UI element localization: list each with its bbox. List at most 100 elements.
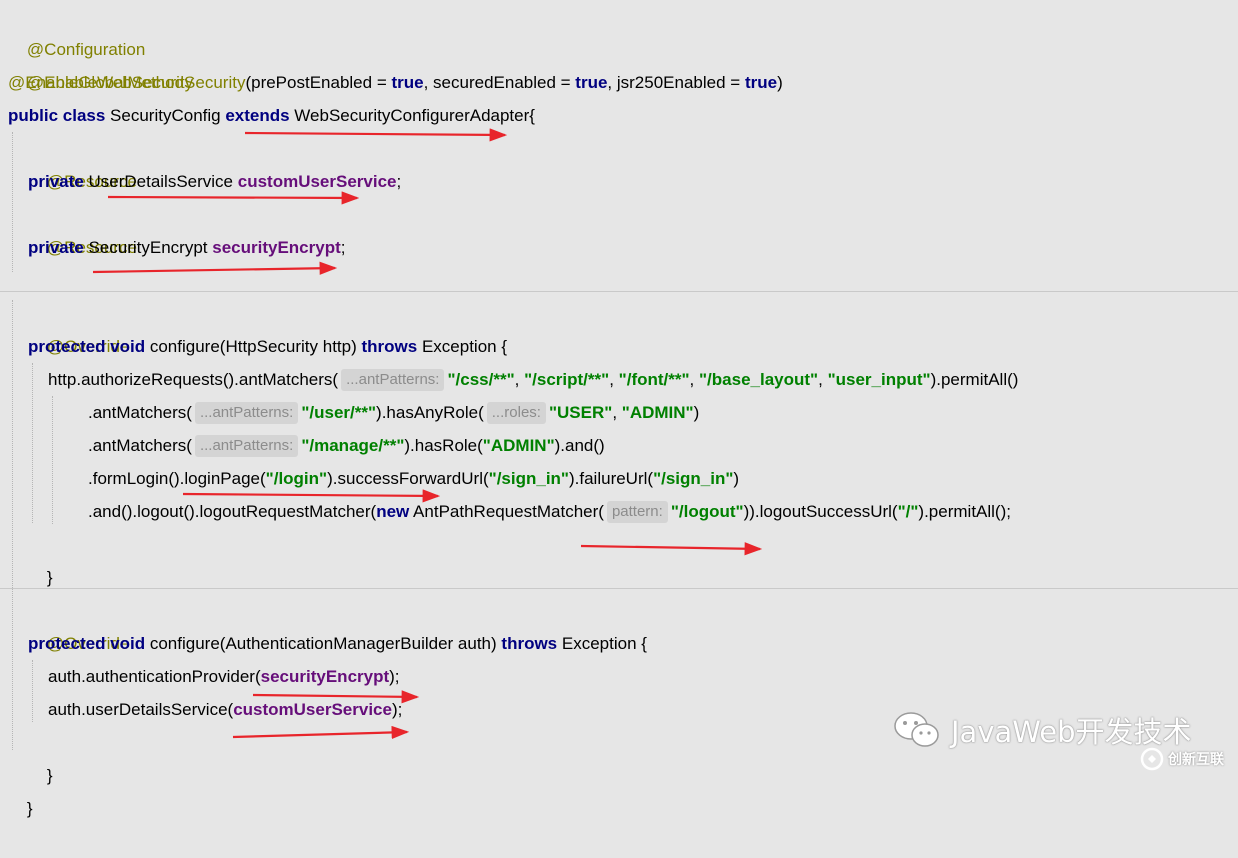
field-name: customUserService — [233, 700, 392, 719]
code-text: configure(AuthenticationManagerBuilder a… — [145, 634, 502, 653]
code-text: auth.userDetailsService( — [48, 700, 234, 719]
string-literal: "/login" — [265, 469, 328, 488]
code-text: , — [689, 370, 699, 389]
code-text: ).hasAnyRole( — [376, 403, 484, 422]
method-separator — [0, 291, 1238, 292]
code-text: ).failureUrl( — [569, 469, 654, 488]
field-name: customUserService — [237, 172, 397, 191]
code-text: )).logoutSuccessUrl( — [743, 502, 898, 521]
code-text: ).and() — [554, 436, 605, 455]
code-line: protected void configure(HttpSecurity ht… — [28, 330, 1238, 363]
method-separator — [0, 588, 1238, 589]
code-text: , — [514, 370, 525, 389]
brand-logo-icon — [1140, 747, 1164, 771]
indent-guide — [52, 396, 53, 524]
code-text: Exception { — [417, 337, 508, 356]
code-text: .antMatchers( — [88, 436, 192, 455]
code-text: ); — [389, 667, 400, 686]
code-text: , securedEnabled = — [423, 73, 576, 92]
code-text: ; — [340, 238, 346, 257]
parameter-hint: ...roles: — [486, 402, 546, 424]
code-text: ).permitAll() — [930, 370, 1019, 389]
code-editor[interactable]: @Configuration @EnableWebSecurity @Enabl… — [0, 0, 1238, 818]
code-text: AntPathRequestMatcher( — [409, 502, 604, 521]
code-text: ).permitAll(); — [918, 502, 1011, 521]
code-text: auth.authenticationProvider( — [48, 667, 261, 686]
code-text: SecurityConfig — [105, 106, 226, 125]
code-text: , — [612, 403, 622, 422]
keyword: public class — [8, 106, 106, 125]
field-name: securityEncrypt — [260, 667, 390, 686]
keyword: new — [376, 502, 410, 521]
keyword: private — [28, 238, 84, 257]
code-line: .and().logout().logoutRequestMatcher(new… — [88, 495, 1238, 528]
code-text: .formLogin().loginPage( — [88, 469, 266, 488]
keyword: protected void — [28, 634, 146, 653]
code-line: private SecurityEncrypt securityEncrypt; — [28, 231, 1238, 264]
keyword: true — [575, 73, 608, 92]
code-text: .and().logout().logoutRequestMatcher( — [88, 502, 377, 521]
code-line: private UserDetailsService customUserSer… — [28, 165, 1238, 198]
code-line: @Configuration — [8, 0, 1238, 59]
string-literal: "ADMIN" — [482, 436, 555, 455]
code-text: UserDetailsService — [83, 172, 238, 191]
code-text: Exception { — [557, 634, 647, 653]
code-text: , — [818, 370, 828, 389]
code-text: WebSecurityConfigurerAdapter{ — [289, 106, 535, 125]
keyword: extends — [225, 106, 290, 125]
code-text: ); — [391, 700, 403, 719]
code-line: @Resource — [28, 198, 1238, 257]
string-literal: "USER" — [548, 403, 613, 422]
code-line: public class SecurityConfig extends WebS… — [8, 99, 1238, 132]
code-line: protected void configure(AuthenticationM… — [28, 627, 1238, 660]
wechat-icon — [894, 712, 939, 747]
code-text: ).successForwardUrl( — [327, 469, 489, 488]
brand-watermark: 创新互联 — [1140, 747, 1224, 771]
keyword: protected void — [28, 337, 146, 356]
string-literal: "/logout" — [670, 502, 744, 521]
indent-guide — [12, 132, 13, 272]
code-text: .antMatchers( — [88, 403, 192, 422]
code-line: @EnableGlobalMethodSecurity(prePostEnabl… — [8, 66, 1238, 99]
watermark: JavaWeb开发技术 — [893, 708, 1191, 752]
code-line: http.authorizeRequests().antMatchers(...… — [48, 363, 1238, 396]
code-line: .antMatchers(...antPatterns: "/manage/**"… — [88, 429, 1238, 462]
code-line: .formLogin().loginPage("/login").success… — [88, 462, 1238, 495]
field-name: securityEncrypt — [212, 238, 341, 257]
code-text: ).hasRole( — [404, 436, 483, 455]
string-literal: "/manage/**" — [301, 436, 405, 455]
parameter-hint: ...antPatterns: — [194, 402, 299, 424]
code-line: auth.authenticationProvider(securityEncr… — [48, 660, 1238, 693]
code-text: http.authorizeRequests().antMatchers( — [48, 370, 339, 389]
annotation: @EnableGlobalMethodSecurity — [8, 73, 246, 92]
code-text: SecurityEncrypt — [83, 238, 213, 257]
watermark-text: JavaWeb开发技术 — [951, 715, 1192, 749]
code-text: ) — [777, 73, 783, 92]
code-line: } — [28, 528, 1238, 587]
code-line: .antMatchers(...antPatterns: "/user/**").… — [88, 396, 1238, 429]
code-text: , — [609, 370, 619, 389]
string-literal: "/base_layout" — [699, 370, 819, 389]
string-literal: "/script/**" — [524, 370, 610, 389]
code-text: } — [46, 568, 53, 587]
parameter-hint: ...antPatterns: — [341, 369, 445, 391]
code-text: ) — [733, 469, 740, 488]
code-line: } — [8, 759, 1238, 818]
keyword: true — [744, 73, 778, 92]
keyword: private — [28, 172, 84, 191]
parameter-hint: ...antPatterns: — [194, 435, 299, 457]
code-text: ) — [693, 403, 700, 422]
code-line: @Override — [28, 297, 1238, 356]
code-text: } — [26, 799, 33, 818]
code-text: , jsr250Enabled = — [607, 73, 745, 92]
indent-guide — [12, 300, 13, 750]
code-line: @EnableWebSecurity — [8, 33, 1238, 92]
indent-guide — [32, 363, 33, 523]
keyword: throws — [361, 337, 418, 356]
string-literal: "/sign_in" — [653, 469, 734, 488]
indent-guide — [32, 660, 33, 722]
brand-text: 创新互联 — [1168, 752, 1224, 768]
string-literal: "/" — [897, 502, 919, 521]
keyword: throws — [501, 634, 558, 653]
string-literal: "/font/**" — [618, 370, 690, 389]
